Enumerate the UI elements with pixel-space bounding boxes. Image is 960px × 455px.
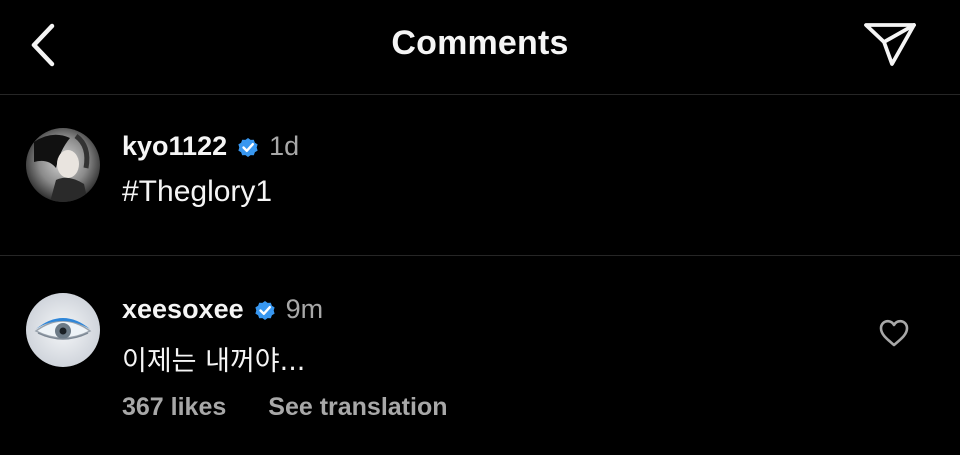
comment-header: xeesoxee 9m	[122, 294, 323, 325]
comment-actions: 367 likes See translation	[122, 393, 448, 422]
paper-plane-icon	[864, 23, 916, 66]
see-translation-link[interactable]: See translation	[268, 393, 447, 422]
page-title: Comments	[391, 24, 569, 62]
likes-count[interactable]: 367 likes	[122, 393, 226, 422]
timestamp: 9m	[285, 294, 324, 324]
username[interactable]: xeesoxee	[122, 294, 244, 325]
header-bar: Comments	[0, 0, 960, 95]
avatar[interactable]	[26, 293, 100, 367]
heart-outline-icon	[879, 319, 909, 347]
post-caption: kyo1122 1d #Theglory1	[0, 95, 960, 256]
avatar[interactable]	[26, 128, 100, 202]
caption-header: kyo1122 1d	[122, 131, 299, 162]
username[interactable]: kyo1122	[122, 131, 227, 162]
like-button[interactable]	[878, 318, 910, 348]
share-button[interactable]	[862, 20, 918, 68]
avatar-image	[26, 128, 100, 202]
verified-badge-icon	[238, 137, 258, 157]
timestamp: 1d	[269, 131, 300, 161]
avatar-image	[26, 293, 100, 367]
comment-text: 이제는 내꺼야...	[122, 346, 306, 377]
comment-item: xeesoxee 9m 이제는 내꺼야... 367 likes See tra…	[0, 256, 960, 455]
verified-badge-icon	[255, 300, 275, 320]
caption-text: #Theglory1	[122, 175, 273, 208]
